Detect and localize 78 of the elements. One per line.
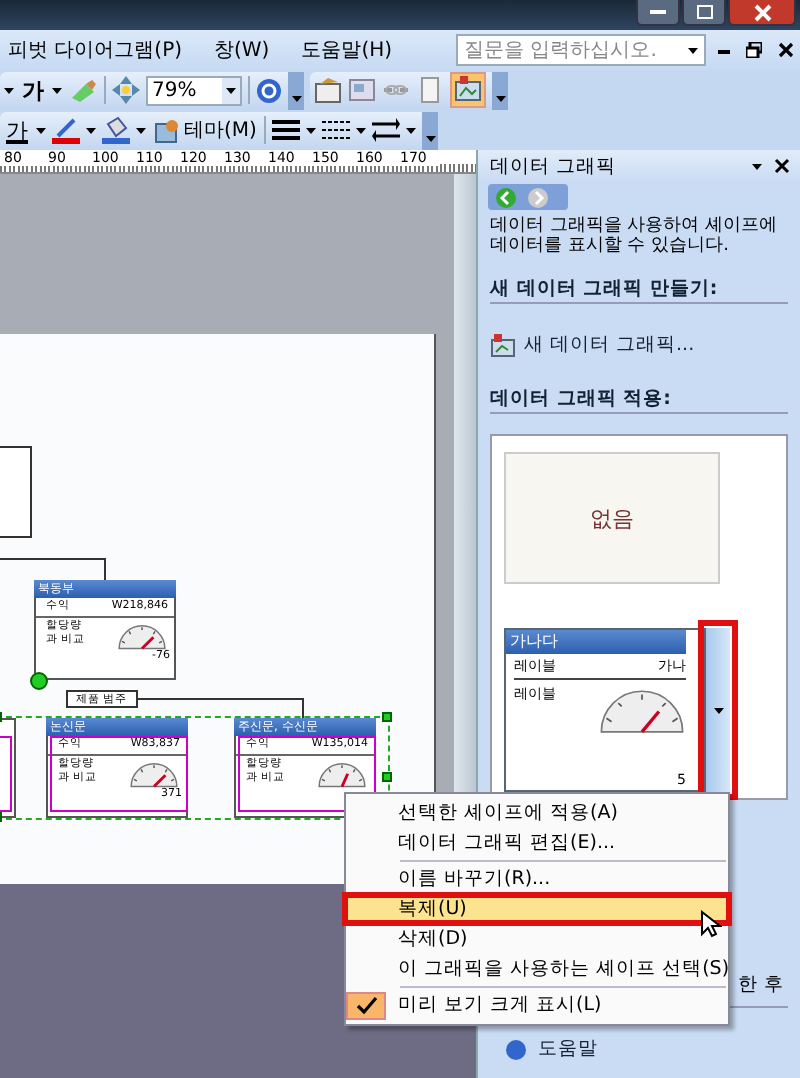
dropdown-arrow-icon[interactable] [356, 127, 367, 133]
dropdown-arrow-icon[interactable] [136, 127, 146, 133]
menu-item[interactable]: 미리 보기 크게 표시(L) [344, 990, 730, 1020]
pane-text: 한 후 [737, 972, 784, 998]
selection-outline [50, 736, 188, 812]
menu-item[interactable]: 이름 바꾸기(R)... [344, 864, 730, 894]
toolbar-options-icon[interactable] [288, 71, 304, 109]
theme-icon [154, 117, 180, 143]
pan-icon[interactable] [112, 76, 140, 104]
help-search-field[interactable]: 질문을 입력하십시오. [456, 34, 707, 66]
gauge-icon [598, 684, 686, 734]
close-icon[interactable] [774, 158, 790, 174]
menu-item[interactable]: 도움말(H) [301, 36, 393, 64]
menu-item[interactable]: 선택한 셰이프에 적용(A) [344, 798, 730, 828]
shape-box [0, 446, 32, 538]
menu-item[interactable]: 피벗 다이어그램(P) [8, 36, 183, 64]
section-heading: 새 데이터 그래픽 만들기: [490, 276, 788, 304]
help-link[interactable]: 도움말 [538, 1036, 598, 1062]
line-weight-icon[interactable] [272, 116, 301, 144]
restore-button[interactable] [682, 0, 726, 26]
line-color-icon[interactable] [52, 116, 80, 144]
line-pattern-icon[interactable] [322, 116, 351, 144]
toolbar-options-icon[interactable] [422, 111, 439, 149]
dropdown-arrow-icon [713, 707, 723, 713]
menu-item-label: 이 그래픽을 사용하는 셰이프 선택(S) [396, 956, 730, 982]
data-graphic-icon [490, 332, 516, 358]
dropdown-arrow-icon[interactable] [406, 127, 417, 133]
zoom-field[interactable]: 79% [146, 75, 242, 105]
menu-item-label: 미리 보기 크게 표시(L) [396, 992, 602, 1018]
help-icon [506, 1039, 526, 1059]
dropdown-arrow-icon[interactable] [36, 127, 46, 133]
restore-icon[interactable] [746, 42, 763, 58]
selection-handle[interactable] [382, 772, 392, 782]
menu-item-label: 데이터 그래픽 편집(E)... [396, 830, 616, 856]
selection-handle[interactable] [382, 712, 392, 722]
window-icon[interactable] [348, 76, 376, 104]
help-icon[interactable] [256, 77, 282, 103]
dropdown-arrow-icon[interactable] [86, 127, 96, 133]
minimize-button[interactable] [636, 0, 680, 26]
forward-icon[interactable] [528, 187, 548, 207]
dropdown-arrow-icon[interactable] [4, 87, 14, 93]
menu-item-label: 복제(U) [396, 896, 467, 922]
data-graphic-icon[interactable] [450, 72, 486, 108]
font-color-button[interactable]: 가 [4, 115, 30, 145]
restore-icon [695, 4, 713, 20]
gauge-icon [116, 620, 168, 650]
dropdown-arrow-icon[interactable] [52, 87, 62, 93]
gauge-icon [316, 758, 368, 788]
gauge-icon [128, 758, 180, 788]
menu-item-label: 선택한 셰이프에 적용(A) [396, 800, 618, 826]
toolbar-options-icon[interactable] [492, 71, 508, 109]
mouse-pointer-icon [700, 910, 722, 938]
line-ends-icon[interactable] [372, 116, 401, 144]
new-graphic-link[interactable]: 새 데이터 그래픽... [524, 332, 695, 358]
section-heading: 데이터 그래픽 적용: [490, 386, 788, 414]
menu-item[interactable]: 이 그래픽을 사용하는 셰이프 선택(S) [344, 954, 730, 984]
theme-button[interactable]: 테마(M) [152, 116, 259, 144]
pane-title: 데이터 그래픽 [490, 153, 619, 179]
close-icon[interactable] [778, 42, 795, 58]
menu-item[interactable]: 창(W) [214, 36, 270, 64]
gallery-item[interactable]: 없음 [504, 452, 720, 584]
dropdown-arrow-icon[interactable] [306, 127, 317, 133]
fill-color-icon[interactable] [102, 116, 130, 144]
close-button[interactable] [728, 0, 796, 26]
back-icon[interactable] [496, 187, 516, 207]
close-icon [753, 3, 771, 21]
page-icon[interactable] [416, 76, 444, 104]
description-text: 데이터 그래픽을 사용하여 셰이프에 데이터를 표시할 수 있습니다. [490, 216, 780, 256]
minimize-icon [650, 9, 666, 15]
dropdown-arrow-icon[interactable] [752, 163, 762, 169]
menu-item[interactable]: 삭제(D) [344, 924, 730, 954]
dropdown-arrow-icon[interactable] [688, 47, 699, 53]
menu-item[interactable]: 데이터 그래픽 편집(E)... [344, 828, 730, 858]
menu-item-label: 삭제(D) [396, 926, 468, 952]
card-icon[interactable] [314, 76, 342, 104]
menu-item-label: 이름 바꾸기(R)... [396, 866, 551, 892]
sample-title: 가나다 [506, 630, 686, 654]
font-button[interactable]: 가 [20, 75, 46, 105]
